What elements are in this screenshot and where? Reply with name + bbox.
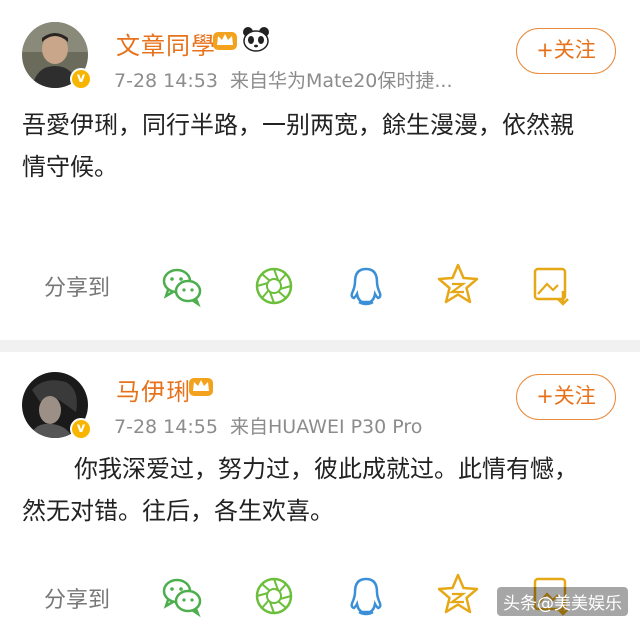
moments-icon[interactable] [252, 264, 296, 308]
content-line: 吾愛伊琍，同行半路，一别两宽，餘生漫漫，依然親 [22, 111, 574, 139]
username[interactable]: 马伊琍 [116, 372, 191, 407]
weibo-post-ma-yili: v 马伊琍 7-28 14:55 来自HUAWEI P30 Pro +关注 你我… [0, 352, 640, 626]
qq-icon[interactable] [344, 574, 388, 618]
post-meta: 7-28 14:53 来自华为Mate20保时捷... [114, 66, 453, 93]
crown-badge-icon [189, 378, 213, 396]
post-content: 吾愛伊琍，同行半路，一别两宽，餘生漫漫，依然親 情守候。 [22, 104, 574, 188]
watermark: 头条@美美娱乐 [497, 587, 628, 616]
crown-badge-icon [213, 32, 237, 50]
panda-badge-icon [243, 27, 269, 52]
content-line: 然无对错。往后，各生欢喜。 [22, 497, 334, 525]
share-label: 分享到 [44, 588, 111, 613]
post-divider [0, 340, 640, 352]
content-line: 你我深爱过，努力过，彼此成就过。此情有憾， [74, 455, 578, 483]
wechat-icon[interactable] [160, 574, 204, 618]
share-label: 分享到 [44, 276, 111, 301]
verified-badge-icon: v [70, 418, 92, 440]
moments-icon[interactable] [252, 574, 296, 618]
qq-icon[interactable] [344, 264, 388, 308]
post-time: 7-28 14:53 [114, 70, 218, 92]
wechat-icon[interactable] [160, 264, 204, 308]
post-meta: 7-28 14:55 来自HUAWEI P30 Pro [114, 412, 422, 439]
weibo-post-wen-zhang: v 文章同學 7-28 14:53 来自华为Mate20保时捷... +关注 吾… [0, 0, 640, 340]
post-source: 来自HUAWEI P30 Pro [230, 416, 423, 438]
follow-button[interactable]: +关注 [516, 374, 616, 420]
post-source: 来自华为Mate20保时捷... [230, 70, 453, 92]
username[interactable]: 文章同學 [116, 26, 216, 61]
qzone-icon[interactable] [436, 262, 480, 306]
follow-button[interactable]: +关注 [516, 28, 616, 74]
post-content: 你我深爱过，努力过，彼此成就过。此情有憾， 然无对错。往后，各生欢喜。 [22, 448, 578, 532]
post-time: 7-28 14:55 [114, 416, 218, 438]
verified-badge-icon: v [70, 68, 92, 90]
qzone-icon[interactable] [436, 572, 480, 616]
content-line: 情守候。 [22, 153, 118, 181]
save-image-icon[interactable] [530, 264, 574, 308]
